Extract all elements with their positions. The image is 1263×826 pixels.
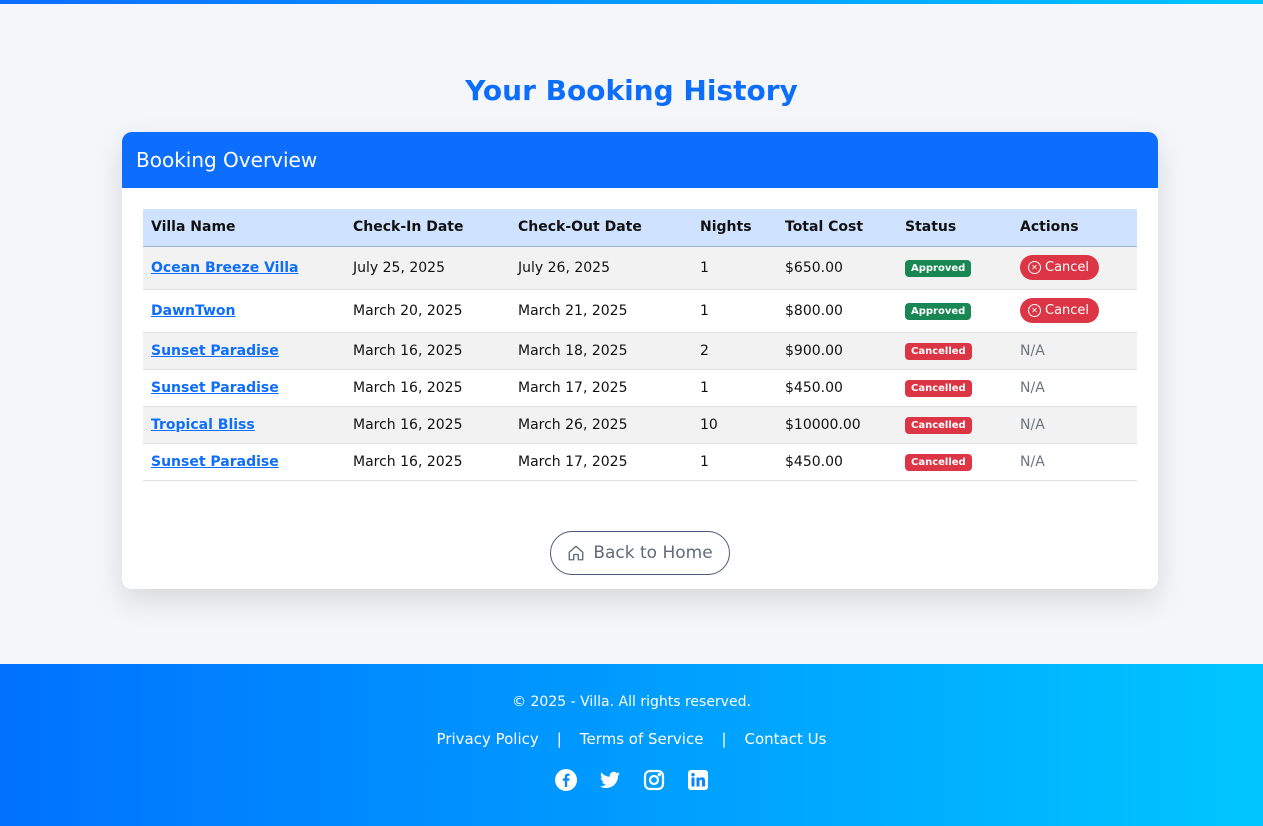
x-circle-icon: ✕ [1028, 304, 1041, 317]
check-in-cell: March 20, 2025 [345, 289, 510, 333]
back-to-home-label: Back to Home [593, 543, 713, 563]
table-row: Sunset Paradise March 16, 2025 March 17,… [143, 369, 1137, 407]
facebook-icon[interactable] [554, 768, 578, 792]
footer: © 2025 - Villa. All rights reserved. Pri… [0, 664, 1263, 826]
cost-cell: $900.00 [777, 332, 897, 370]
nights-cell: 1 [692, 369, 777, 407]
villa-link[interactable]: Sunset Paradise [151, 380, 279, 396]
table-row: Ocean Breeze Villa July 25, 2025 July 26… [143, 246, 1137, 290]
privacy-policy-link[interactable]: Privacy Policy [437, 730, 539, 748]
status-badge: Approved [905, 259, 972, 277]
check-out-cell: March 26, 2025 [510, 406, 692, 444]
social-icons [0, 768, 1263, 792]
col-total-cost: Total Cost [777, 209, 897, 247]
col-check-in: Check-In Date [345, 209, 510, 247]
link-separator: | [721, 730, 727, 748]
check-out-cell: July 26, 2025 [510, 246, 692, 290]
check-in-cell: March 16, 2025 [345, 406, 510, 444]
table-row: Tropical Bliss March 16, 2025 March 26, … [143, 406, 1137, 444]
x-circle-icon: ✕ [1028, 261, 1041, 274]
contact-us-link[interactable]: Contact Us [745, 730, 827, 748]
instagram-icon[interactable] [642, 768, 666, 792]
check-out-cell: March 17, 2025 [510, 369, 692, 407]
villa-link[interactable]: Tropical Bliss [151, 417, 255, 433]
cancel-button[interactable]: ✕ Cancel [1020, 255, 1100, 280]
page-title: Your Booking History [465, 74, 798, 107]
nights-cell: 10 [692, 406, 777, 444]
bookings-table: Villa Name Check-In Date Check-Out Date … [143, 209, 1137, 481]
nights-cell: 1 [692, 443, 777, 481]
cost-cell: $800.00 [777, 289, 897, 333]
cancel-label: Cancel [1045, 303, 1090, 318]
cancel-label: Cancel [1045, 260, 1090, 275]
link-separator: | [556, 730, 562, 748]
twitter-icon[interactable] [598, 768, 622, 792]
check-out-cell: March 18, 2025 [510, 332, 692, 370]
terms-of-service-link[interactable]: Terms of Service [580, 730, 704, 748]
col-actions: Actions [1012, 209, 1137, 247]
villa-link[interactable]: Ocean Breeze Villa [151, 260, 299, 276]
action-na: N/A [1012, 332, 1137, 370]
status-badge: Cancelled [905, 379, 972, 397]
cost-cell: $10000.00 [777, 406, 897, 444]
col-nights: Nights [692, 209, 777, 247]
status-badge: Cancelled [905, 453, 972, 471]
copyright-text: © 2025 - Villa. All rights reserved. [512, 694, 751, 710]
back-to-home-button[interactable]: Back to Home [550, 531, 730, 575]
cost-cell: $450.00 [777, 369, 897, 407]
col-status: Status [897, 209, 1012, 247]
table-row: Sunset Paradise March 16, 2025 March 18,… [143, 332, 1137, 370]
check-out-cell: March 17, 2025 [510, 443, 692, 481]
linkedin-icon[interactable] [686, 768, 710, 792]
villa-link[interactable]: Sunset Paradise [151, 454, 279, 470]
nights-cell: 1 [692, 289, 777, 333]
cost-cell: $650.00 [777, 246, 897, 290]
check-out-cell: March 21, 2025 [510, 289, 692, 333]
table-row: Sunset Paradise March 16, 2025 March 17,… [143, 443, 1137, 481]
card-header: Booking Overview [122, 132, 1158, 188]
action-na: N/A [1012, 406, 1137, 444]
cost-cell: $450.00 [777, 443, 897, 481]
villa-link[interactable]: Sunset Paradise [151, 343, 279, 359]
status-badge: Cancelled [905, 342, 972, 360]
check-in-cell: March 16, 2025 [345, 332, 510, 370]
cancel-button[interactable]: ✕ Cancel [1020, 298, 1100, 323]
action-na: N/A [1012, 443, 1137, 481]
col-check-out: Check-Out Date [510, 209, 692, 247]
booking-card: Booking Overview Villa Name Check-In Dat… [122, 132, 1158, 589]
nights-cell: 2 [692, 332, 777, 370]
col-villa-name: Villa Name [143, 209, 345, 247]
action-na: N/A [1012, 369, 1137, 407]
footer-links: Privacy Policy | Terms of Service | Cont… [0, 730, 1263, 748]
nights-cell: 1 [692, 246, 777, 290]
table-header-row: Villa Name Check-In Date Check-Out Date … [143, 209, 1137, 247]
status-badge: Approved [905, 302, 972, 320]
check-in-cell: March 16, 2025 [345, 369, 510, 407]
check-in-cell: March 16, 2025 [345, 443, 510, 481]
table-row: DawnTwon March 20, 2025 March 21, 2025 1… [143, 289, 1137, 333]
villa-link[interactable]: DawnTwon [151, 303, 236, 319]
check-in-cell: July 25, 2025 [345, 246, 510, 290]
top-accent-line [0, 0, 1263, 4]
home-icon [568, 545, 584, 561]
status-badge: Cancelled [905, 416, 972, 434]
